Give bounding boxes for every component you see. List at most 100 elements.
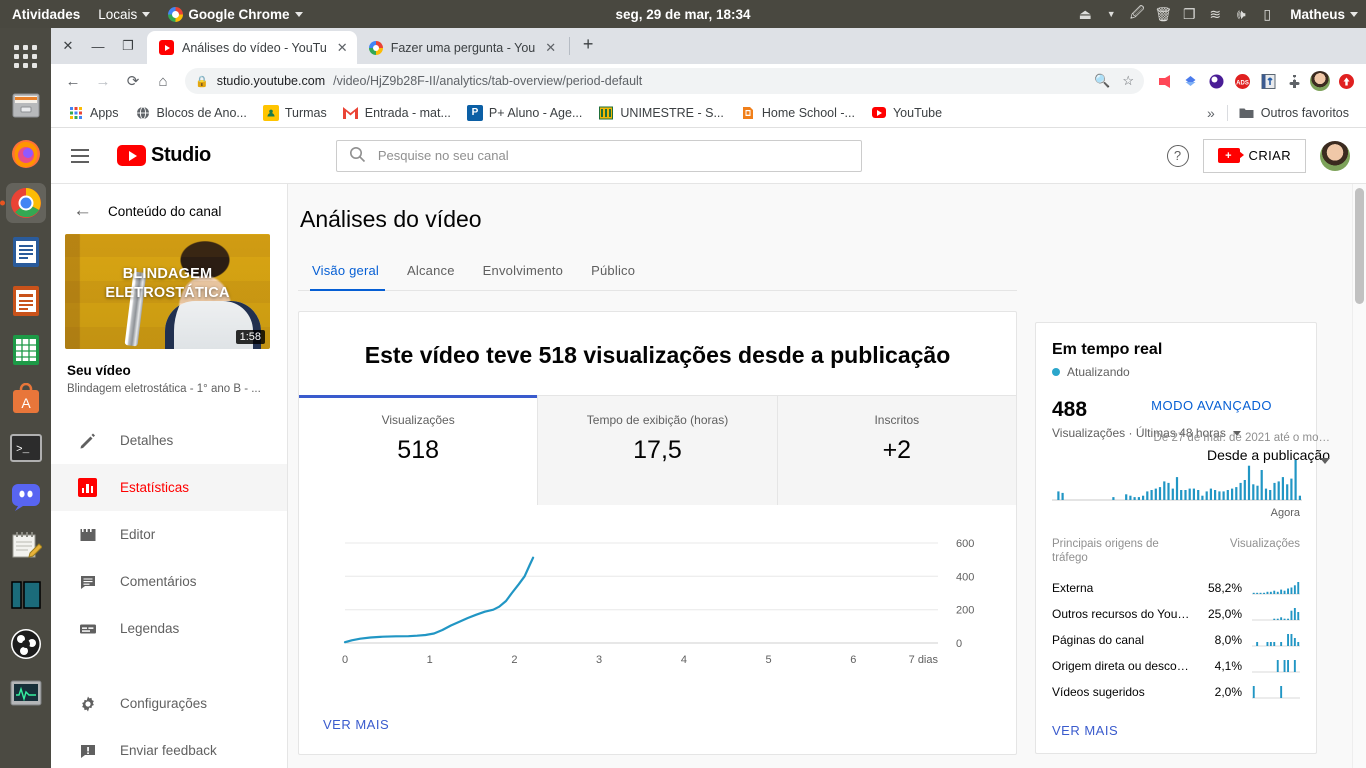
ubuntu-software-icon[interactable]: A bbox=[6, 379, 46, 419]
bookmark-blocos[interactable]: Blocos de Ano... bbox=[128, 102, 254, 124]
sidebar-item-enviar-feedback[interactable]: Enviar feedback bbox=[51, 727, 287, 768]
terminal-icon[interactable]: >_ bbox=[6, 428, 46, 468]
bookmark-gmail[interactable]: Entrada - mat... bbox=[336, 102, 458, 124]
profile-avatar-icon[interactable] bbox=[1308, 69, 1332, 93]
chrome-menu-icon[interactable] bbox=[1334, 69, 1358, 93]
metric-tempo-exibicao[interactable]: Tempo de exibição (horas) 17,5 bbox=[538, 396, 778, 505]
bookmark-turmas[interactable]: Turmas bbox=[256, 102, 334, 124]
trash-icon[interactable]: 🗑 bbox=[1151, 0, 1175, 28]
reload-icon[interactable]: ⟳ bbox=[119, 67, 147, 95]
realtime-bar-chart[interactable] bbox=[1052, 456, 1302, 504]
close-tab-icon[interactable]: ✕ bbox=[545, 40, 556, 56]
bookmarks-overflow-button[interactable]: » bbox=[1199, 105, 1223, 121]
paperclip-icon[interactable]: 🖉 bbox=[1125, 0, 1149, 28]
table-row[interactable]: Externa 58,2% bbox=[1052, 575, 1300, 601]
sidebar-item-configuracoes[interactable]: Configurações bbox=[51, 680, 287, 727]
app-menu-chrome[interactable]: Google Chrome bbox=[159, 0, 311, 28]
clock[interactable]: seg, 29 de mar, 18:34 bbox=[533, 7, 833, 22]
window-minimize-button[interactable]: — bbox=[83, 28, 113, 64]
chevron-down-icon[interactable]: ▼ bbox=[1099, 0, 1123, 28]
metric-visualizacoes[interactable]: Visualizações 518 bbox=[299, 395, 539, 505]
date-range-selector[interactable]: De 27 de mar. de 2021 até o mo… Desde a … bbox=[1090, 432, 1330, 464]
search-icon[interactable]: 🔍 bbox=[1094, 73, 1110, 89]
teal-app-icon[interactable] bbox=[6, 575, 46, 615]
system-monitor-icon[interactable] bbox=[6, 673, 46, 713]
puzzle-extensions-icon[interactable] bbox=[1282, 69, 1306, 93]
eject-icon[interactable]: ⏏ bbox=[1073, 0, 1097, 28]
wifi-icon[interactable]: ≋ bbox=[1203, 0, 1227, 28]
scrollbar-thumb[interactable] bbox=[1355, 188, 1364, 304]
close-tab-icon[interactable]: ✕ bbox=[337, 40, 348, 56]
notepad-icon[interactable] bbox=[6, 526, 46, 566]
avatar[interactable] bbox=[1320, 140, 1350, 171]
help-icon[interactable]: ? bbox=[1166, 144, 1189, 167]
table-row[interactable]: Vídeos sugeridos 2,0% bbox=[1052, 679, 1300, 705]
table-row[interactable]: Páginas do canal 8,0% bbox=[1052, 627, 1300, 653]
back-arrow-icon[interactable]: ← bbox=[73, 200, 92, 222]
battery-icon[interactable]: ▯ bbox=[1255, 0, 1279, 28]
blue-diamond-extension-icon[interactable] bbox=[1178, 69, 1202, 93]
address-bar[interactable]: 🔒 studio.youtube.com/video/HjZ9b28F-II/a… bbox=[185, 68, 1144, 94]
places-menu[interactable]: Locais bbox=[89, 0, 159, 28]
tab-alcance[interactable]: Alcance bbox=[393, 255, 469, 290]
ads-blocker-icon[interactable]: ADS bbox=[1230, 69, 1254, 93]
chevron-down-icon[interactable] bbox=[1320, 458, 1330, 464]
studio-logo[interactable]: Studio bbox=[117, 144, 211, 167]
browser-tab-inactive[interactable]: Fazer uma pergunta - You ✕ bbox=[357, 31, 565, 64]
sidebar-item-editor[interactable]: Editor bbox=[51, 511, 287, 558]
new-tab-button[interactable]: + bbox=[574, 31, 602, 59]
other-bookmarks-folder[interactable]: Outros favoritos bbox=[1232, 102, 1356, 124]
search-input[interactable]: Pesquise no seu canal bbox=[335, 139, 862, 172]
user-menu[interactable]: Matheus bbox=[1281, 0, 1360, 28]
copy-icon[interactable]: ❐ bbox=[1177, 0, 1201, 28]
libreoffice-writer-icon[interactable] bbox=[6, 232, 46, 272]
back-to-channel-content[interactable]: ← Conteúdo do canal bbox=[51, 190, 287, 234]
dictionary-extension-icon[interactable] bbox=[1256, 69, 1280, 93]
discord-icon[interactable] bbox=[6, 477, 46, 517]
purple-circle-extension-icon[interactable] bbox=[1204, 69, 1228, 93]
libreoffice-calc-icon[interactable] bbox=[6, 330, 46, 370]
red-play-extension-icon[interactable] bbox=[1152, 69, 1176, 93]
sidebar-item-comentarios[interactable]: Comentários bbox=[51, 558, 287, 605]
metric-inscritos[interactable]: Inscritos +2 bbox=[777, 396, 1016, 505]
svg-text:5: 5 bbox=[766, 654, 772, 666]
see-more-overview-link[interactable]: VER MAIS bbox=[299, 695, 1016, 754]
star-icon[interactable]: ☆ bbox=[1122, 73, 1134, 89]
back-icon[interactable]: ← bbox=[59, 67, 87, 95]
advanced-mode-link[interactable]: MODO AVANÇADO bbox=[1151, 398, 1272, 413]
files-icon[interactable] bbox=[6, 85, 46, 125]
bookmark-unimestre[interactable]: UNIMESTRE - S... bbox=[591, 102, 730, 124]
activities-button[interactable]: Atividades bbox=[0, 0, 89, 28]
page-scrollbar[interactable] bbox=[1352, 184, 1366, 768]
obs-studio-icon[interactable] bbox=[6, 624, 46, 664]
video-thumbnail[interactable]: BLINDAGEM ELETROSTÁTICA 1:58 bbox=[65, 234, 270, 349]
bookmark-p-aluno[interactable]: P P+ Aluno - Age... bbox=[460, 102, 589, 124]
window-close-button[interactable]: ✕ bbox=[53, 28, 83, 64]
libreoffice-impress-icon[interactable] bbox=[6, 281, 46, 321]
firefox-icon[interactable] bbox=[6, 134, 46, 174]
hamburger-menu-icon[interactable] bbox=[71, 144, 95, 168]
bookmark-home-school[interactable]: Home School -... bbox=[733, 102, 862, 124]
realtime-card: Em tempo real Atualizando 488 Visualizaç… bbox=[1035, 322, 1317, 754]
window-maximize-button[interactable]: ❐ bbox=[113, 28, 143, 64]
table-row[interactable]: Origem direta ou desconhec… 4,1% bbox=[1052, 653, 1300, 679]
tab-publico[interactable]: Público bbox=[577, 255, 649, 290]
show-applications-icon[interactable] bbox=[6, 36, 46, 76]
google-chrome-icon[interactable] bbox=[5, 183, 46, 223]
sidebar-item-legendas[interactable]: Legendas bbox=[51, 605, 287, 652]
volume-icon[interactable]: 🕪 bbox=[1229, 0, 1253, 28]
create-button[interactable]: + CRIAR bbox=[1202, 138, 1306, 173]
see-more-realtime-link[interactable]: VER MAIS bbox=[1052, 723, 1300, 738]
forward-icon[interactable]: → bbox=[89, 67, 117, 95]
browser-tab-active[interactable]: Análises do vídeo - YouTu ✕ bbox=[147, 31, 357, 64]
home-icon[interactable]: ⌂ bbox=[149, 67, 177, 95]
views-line-chart[interactable]: 0 200 400 600 0 1 2 3 4 5 6 7 dias bbox=[323, 535, 996, 695]
tab-envolvimento[interactable]: Envolvimento bbox=[469, 255, 577, 290]
bookmark-apps[interactable]: Apps bbox=[61, 102, 126, 124]
bookmark-youtube[interactable]: YouTube bbox=[864, 102, 949, 124]
sidebar-item-estatisticas[interactable]: Estatísticas bbox=[51, 464, 287, 511]
sidebar-item-detalhes[interactable]: Detalhes bbox=[51, 417, 287, 464]
bookmarks-bar: Apps Blocos de Ano... Turmas Entrada - m… bbox=[51, 98, 1366, 128]
tab-visao-geral[interactable]: Visão geral bbox=[310, 255, 393, 291]
table-row[interactable]: Outros recursos do YouTube 25,0% bbox=[1052, 601, 1300, 627]
